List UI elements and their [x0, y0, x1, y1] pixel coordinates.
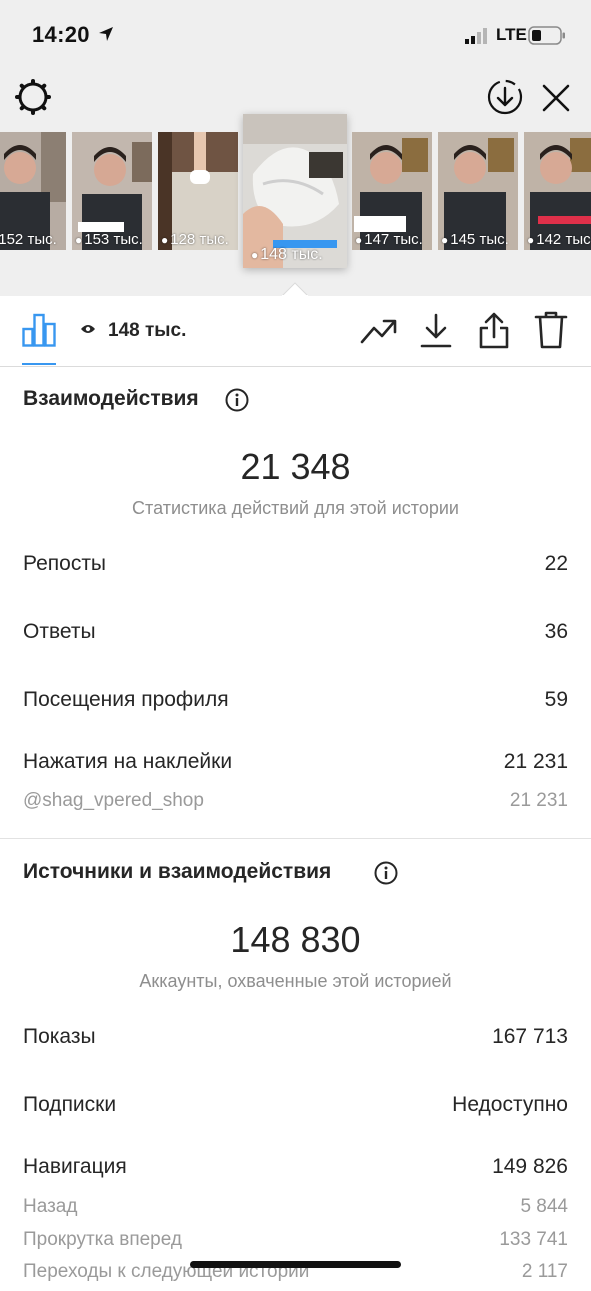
- stat-row-sticker-mention: @shag_vpered_shop 21 231: [23, 790, 568, 820]
- interactions-total: 21 348: [240, 446, 351, 487]
- stat-value: Недоступно: [452, 1093, 568, 1116]
- eye-icon: [81, 325, 95, 333]
- stat-row-navigation: Навигация 149 826: [23, 1155, 568, 1185]
- interactions-subtitle: Статистика действий для этой истории: [132, 498, 459, 518]
- info-icon[interactable]: [225, 388, 249, 412]
- battery-icon: [528, 26, 565, 45]
- stat-value: 5 844: [520, 1196, 568, 1217]
- status-time: 14:20: [32, 22, 90, 47]
- stat-row-forward: Прокрутка вперед 133 741: [23, 1229, 568, 1259]
- stat-value: 133 741: [499, 1229, 568, 1250]
- stat-row-back: Назад 5 844: [23, 1196, 568, 1226]
- stat-value: 149 826: [492, 1155, 568, 1178]
- status-bar: 14:20 LTE: [0, 0, 591, 70]
- close-icon[interactable]: [540, 82, 572, 114]
- share-icon[interactable]: [478, 311, 510, 349]
- discovery-title: Источники и взаимодействия: [23, 860, 332, 883]
- stat-label: Ответы: [23, 620, 96, 643]
- insights-toolbar: 148 тыс.: [0, 296, 591, 367]
- interactions-title: Взаимодействия: [23, 387, 199, 410]
- stat-label: Показы: [23, 1025, 96, 1048]
- stat-row-replies: Ответы 36: [23, 620, 568, 650]
- download-icon[interactable]: [420, 313, 452, 349]
- stat-label: Навигация: [23, 1155, 127, 1178]
- story-thumbnail[interactable]: ● 145 тыс.: [438, 132, 518, 250]
- location-arrow-icon: [99, 27, 113, 41]
- stat-row-follows: Подписки Недоступно: [23, 1093, 568, 1123]
- story-thumbnail[interactable]: ● 147 тыс.: [352, 132, 432, 250]
- story-thumbnail[interactable]: ● 128 тыс.: [158, 132, 238, 250]
- story-views: ● 148 тыс.: [251, 246, 323, 263]
- stat-value: 21 231: [509, 790, 568, 811]
- story-views: ● 153 тыс.: [75, 231, 143, 248]
- story-views-total: 148 тыс.: [108, 320, 187, 341]
- stat-label: Репосты: [23, 552, 107, 575]
- story-carousel: ●152 тыс. ●153 тыс. ●128 тыс.: [0, 70, 591, 296]
- stat-label: Прокрутка вперед: [23, 1229, 182, 1250]
- story-thumbnail[interactable]: ● 153 тыс.: [72, 132, 152, 250]
- discovery-subtitle: Аккаунты, охваченные этой историей: [139, 971, 452, 991]
- stat-label: Посещения профиля: [23, 688, 229, 711]
- stat-label: @shag_vpered_shop: [23, 790, 204, 811]
- stat-row-sticker-taps: Нажатия на наклейки 21 231: [23, 750, 568, 780]
- selected-story-pointer: [282, 282, 308, 296]
- stat-label: Нажатия на наклейки: [23, 750, 233, 773]
- story-views: ●152 тыс.: [0, 231, 57, 248]
- settings-icon[interactable]: [14, 78, 52, 116]
- bar-chart-icon[interactable]: [22, 313, 56, 347]
- signal-icon: [465, 28, 487, 44]
- stat-row-profile-visits: Посещения профиля 59: [23, 688, 568, 718]
- stat-value: 36: [544, 620, 568, 643]
- download-circle-icon[interactable]: [486, 78, 524, 116]
- home-indicator[interactable]: [190, 1261, 401, 1268]
- trash-icon[interactable]: [534, 311, 568, 349]
- discovery-total: 148 830: [230, 919, 361, 960]
- stat-value: 21 231: [503, 750, 568, 773]
- story-preview-image: [243, 114, 347, 268]
- stat-label: Подписки: [23, 1093, 117, 1116]
- stat-value: 59: [544, 688, 568, 711]
- trend-icon[interactable]: [360, 316, 398, 346]
- story-thumbnail[interactable]: ●152 тыс.: [0, 132, 66, 250]
- info-icon[interactable]: [374, 861, 398, 885]
- stat-row-impressions: Показы 167 713: [23, 1025, 568, 1055]
- story-views: ● 142 тыс.: [527, 231, 591, 248]
- active-tab-indicator: [22, 363, 56, 365]
- network-type: LTE: [496, 25, 527, 44]
- stat-label: Назад: [23, 1196, 78, 1217]
- story-views: ● 128 тыс.: [161, 231, 229, 248]
- section-divider: [0, 838, 591, 839]
- stat-value: 167 713: [492, 1025, 568, 1048]
- story-thumbnail-selected[interactable]: ● 148 тыс.: [243, 114, 347, 268]
- story-thumbnail[interactable]: ● 142 тыс.: [524, 132, 591, 250]
- stat-row-reposts: Репосты 22: [23, 552, 568, 582]
- story-views: ● 145 тыс.: [441, 231, 509, 248]
- stat-value: 22: [544, 552, 568, 575]
- story-views: ● 147 тыс.: [355, 231, 423, 248]
